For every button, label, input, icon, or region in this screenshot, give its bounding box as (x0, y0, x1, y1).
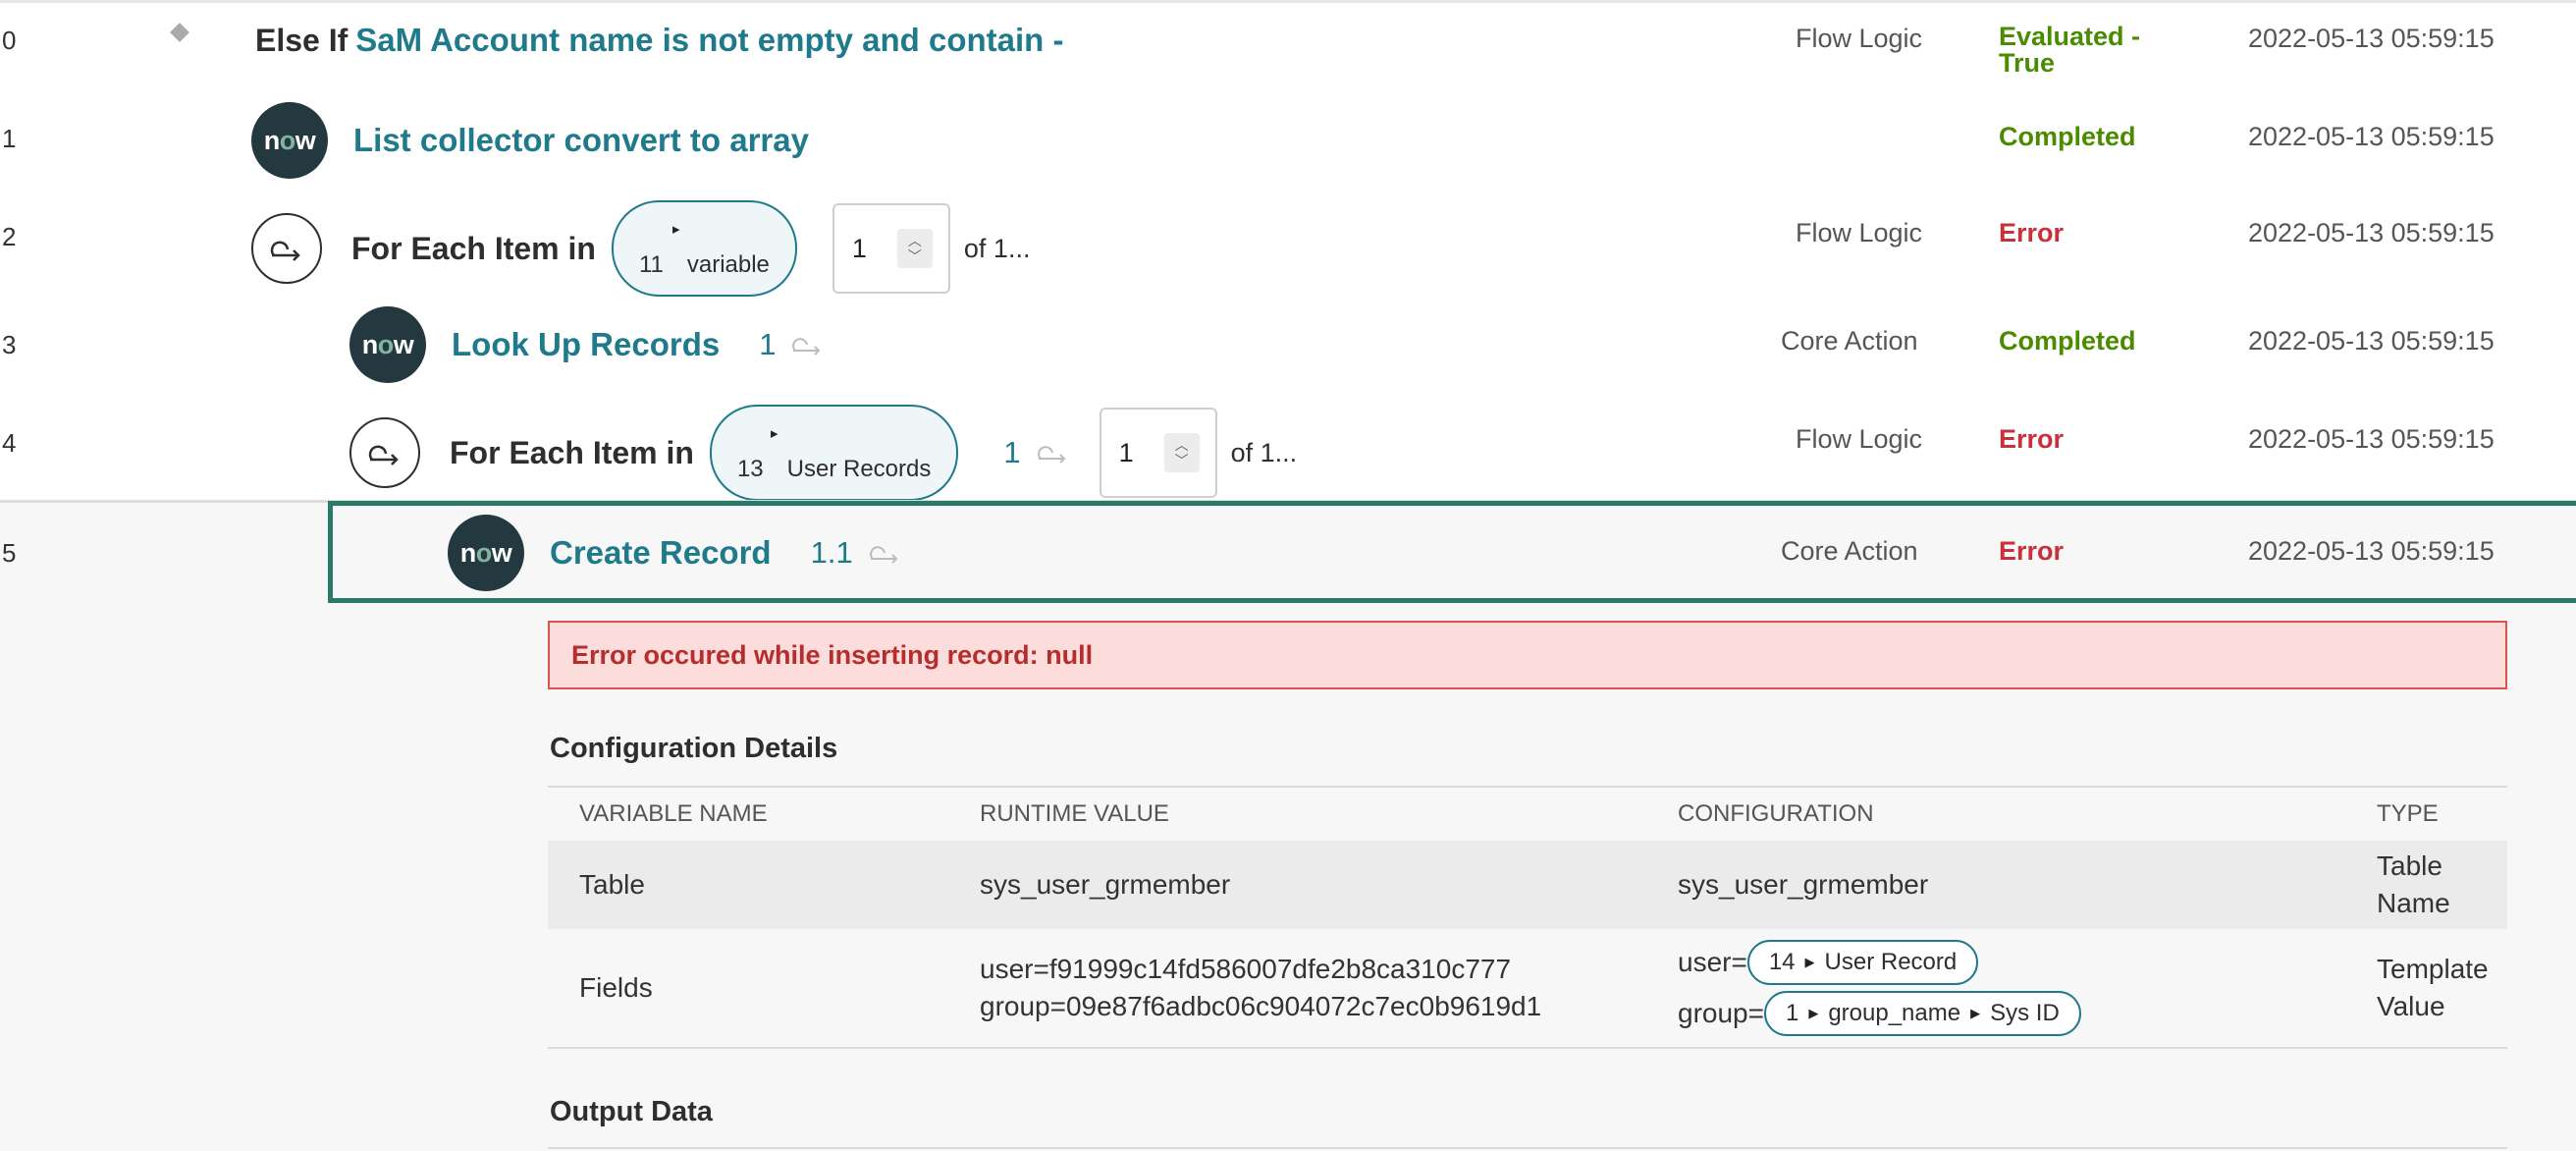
step-type: Core Action (1781, 536, 1918, 566)
stepper-value: 1 (1118, 437, 1134, 467)
header-runtime-value: RUNTIME VALUE (980, 800, 1169, 827)
header-configuration: CONFIGURATION (1678, 800, 1874, 827)
iteration-stepper[interactable]: 1 ︿ ﹀ (832, 203, 950, 294)
data-pill-variable[interactable]: ▸ 11 variable (611, 200, 797, 297)
for-each-label: For Each Item in (450, 434, 694, 470)
step-prefix: Else If (255, 22, 349, 58)
pill-count: 11 (638, 251, 664, 278)
execution-row-1[interactable]: 1 now List collector convert to array Co… (0, 98, 2576, 196)
iteration-indicator: 1 (759, 327, 829, 362)
cell-variable-name: Table (579, 869, 645, 900)
execution-row-3[interactable]: 3 now Look Up Records 1 Core Action Comp… (0, 304, 2576, 403)
row-number: 3 (2, 330, 17, 359)
now-logo-icon: now (349, 306, 426, 383)
now-logo-icon: now (251, 102, 328, 179)
step-title-link[interactable]: Create Record (550, 534, 772, 572)
now-logo-icon: now (448, 515, 524, 591)
row-number: 4 (2, 428, 17, 458)
error-banner: Error occured while inserting record: nu… (548, 621, 2507, 689)
loop-icon-small (869, 546, 898, 564)
cell-runtime-value: sys_user_grmember (980, 869, 1231, 900)
loop-icon-small (1037, 446, 1066, 464)
of-total-text: of 1... (1230, 437, 1298, 467)
execution-row-4[interactable]: 4 For Each Item in ▸ 13 User Records 1 1… (0, 403, 2576, 501)
cell-configuration: user= 14 ▶ User Record group= 1 ▶ group_name… (1678, 937, 2081, 1039)
table-header: VARIABLE NAME RUNTIME VALUE CONFIGURATIO… (548, 786, 2507, 841)
step-type: Flow Logic (1796, 218, 1923, 247)
execution-row-5[interactable]: 5 now Create Record 1.1 Core Action Erro… (0, 503, 2576, 601)
timestamp: 2022-05-13 05:59:15 (2248, 536, 2495, 566)
group-prefix: group= (1678, 998, 1764, 1028)
row-number: 1 (2, 124, 17, 153)
user-prefix: user= (1678, 947, 1747, 977)
loop-icon (349, 417, 420, 488)
status-badge: Error (1999, 536, 2065, 566)
table-row: Table sys_user_grmember sys_user_grmembe… (548, 841, 2507, 929)
caret-right-icon: ▸ (770, 425, 778, 442)
diamond-icon (170, 23, 189, 42)
timestamp: 2022-05-13 05:59:15 (2248, 424, 2495, 454)
header-variable-name: VARIABLE NAME (579, 800, 768, 827)
data-pill-user-records[interactable]: ▸ 13 User Records (709, 405, 959, 501)
stepper-value: 1 (851, 233, 867, 263)
cell-configuration: sys_user_grmember (1678, 869, 1929, 900)
step-title-link[interactable]: SaM Account name is not empty and contai… (355, 22, 1063, 59)
status-badge: Completed (1999, 122, 2136, 151)
timestamp: 2022-05-13 05:59:15 (2248, 24, 2495, 53)
caret-right-icon: ▸ (671, 221, 680, 238)
status-badge: Completed (1999, 326, 2136, 356)
loop-icon (251, 213, 322, 284)
step-type: Core Action (1781, 326, 1918, 356)
step-type: Flow Logic (1796, 424, 1923, 454)
output-data-title: Output Data (550, 1096, 713, 1127)
iteration-stepper[interactable]: 1 ︿ ﹀ (1099, 408, 1217, 498)
pill-count: 13 (736, 456, 764, 482)
status-badge: Error (1999, 218, 2065, 247)
status-badge: Error (1999, 424, 2065, 454)
caret-right-icon: ▶ (1970, 1006, 1981, 1020)
pill-label: User Records (786, 456, 932, 482)
cell-variable-name: Fields (579, 972, 653, 1003)
pill-label: variable (686, 251, 770, 278)
data-pill-group-sys-id[interactable]: 1 ▶ group_name ▶ Sys ID (1763, 991, 2081, 1036)
status-badge: Evaluated - True (1999, 22, 2141, 78)
data-pill-user-record[interactable]: 14 ▶ User Record (1746, 940, 1979, 985)
iteration-indicator: 1.1 (811, 535, 906, 571)
step-title-link[interactable]: List collector convert to array (353, 122, 809, 159)
cell-type: Table Name (2377, 850, 2450, 918)
row-number: 5 (2, 538, 17, 568)
caret-right-icon: ▶ (1804, 955, 1815, 969)
spin-arrows-icon[interactable]: ︿ ﹀ (896, 229, 933, 268)
configuration-details-title: Configuration Details (550, 733, 838, 764)
timestamp: 2022-05-13 05:59:15 (2248, 218, 2495, 247)
of-total-text: of 1... (963, 233, 1031, 263)
row-number: 0 (2, 26, 17, 55)
step-title-link[interactable]: Look Up Records (452, 326, 720, 363)
caret-right-icon: ▶ (1808, 1006, 1819, 1020)
for-each-label: For Each Item in (351, 230, 596, 266)
header-type: TYPE (2377, 800, 2439, 827)
section-divider (548, 1147, 2507, 1149)
configuration-table: VARIABLE NAME RUNTIME VALUE CONFIGURATIO… (548, 786, 2507, 1049)
cell-type: Template Value (2377, 954, 2489, 1021)
loop-icon-small (792, 338, 821, 356)
table-row: Fields user=f91999c14fd586007dfe2b8ca310… (548, 929, 2507, 1049)
iteration-indicator: 1 (1003, 435, 1073, 470)
timestamp: 2022-05-13 05:59:15 (2248, 122, 2495, 151)
execution-row-2[interactable]: 2 For Each Item in ▸ 11 variable 1 ︿ ﹀ of… (0, 196, 2576, 304)
timestamp: 2022-05-13 05:59:15 (2248, 326, 2495, 356)
step-type: Flow Logic (1796, 24, 1923, 53)
row-number: 2 (2, 222, 17, 251)
spin-arrows-icon[interactable]: ︿ ﹀ (1163, 433, 1200, 472)
execution-row-0[interactable]: 0 Else If SaM Account name is not empty … (0, 0, 2576, 98)
cell-runtime-value: user=f91999c14fd586007dfe2b8ca310c777 gr… (980, 954, 1542, 1021)
